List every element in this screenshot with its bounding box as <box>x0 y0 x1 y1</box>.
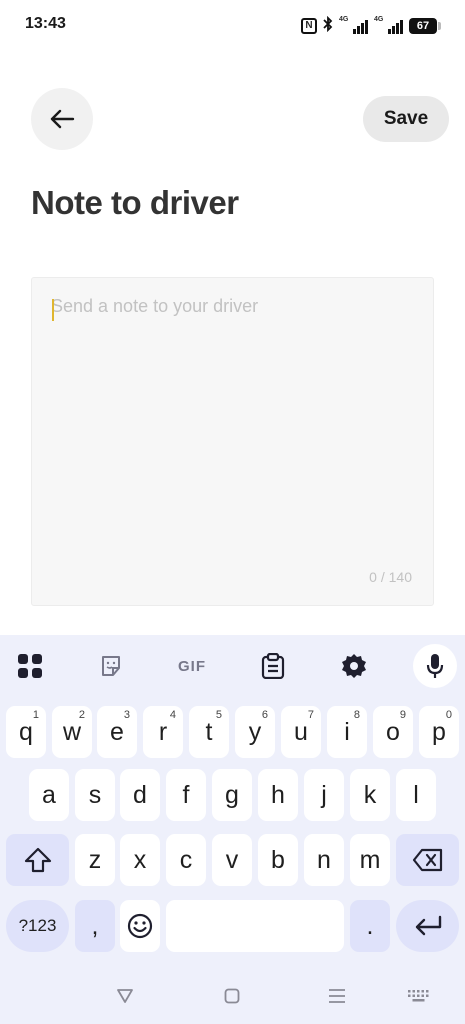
key-e-label: e <box>110 717 124 746</box>
key-i-label: i <box>344 717 350 746</box>
keyboard: GIF q1 w2 e3 r4 t5 y6 u7 i8 o9 p0 a s d … <box>0 635 465 1024</box>
save-button[interactable]: Save <box>363 96 449 142</box>
key-w[interactable]: w2 <box>52 706 92 758</box>
signal-icon-1: 4G <box>339 15 368 34</box>
note-container: 0 / 140 <box>31 277 434 606</box>
shift-icon <box>24 847 51 873</box>
navigation-bar <box>0 970 465 1024</box>
key-p-label: p <box>432 717 446 746</box>
keyboard-toolbar: GIF <box>0 635 465 697</box>
key-o[interactable]: o9 <box>373 706 413 758</box>
mic-icon <box>426 654 444 678</box>
signal-icon-2: 4G <box>374 15 403 34</box>
signal-2-label: 4G <box>374 15 384 23</box>
recents-lines-icon[interactable] <box>322 984 352 1008</box>
key-w-num: 2 <box>78 709 85 721</box>
text-caret <box>52 299 54 321</box>
key-j[interactable]: j <box>304 769 344 821</box>
emoji-key[interactable] <box>120 900 160 952</box>
key-l[interactable]: l <box>396 769 436 821</box>
sticker-icon[interactable] <box>89 645 133 687</box>
back-triangle-icon[interactable] <box>110 984 140 1008</box>
shift-key[interactable] <box>6 834 69 886</box>
space-key[interactable] <box>166 900 344 952</box>
key-t-num: 5 <box>215 709 222 721</box>
key-t[interactable]: t5 <box>189 706 229 758</box>
key-u-num: 7 <box>307 709 314 721</box>
comma-key[interactable]: , <box>75 900 115 952</box>
key-c[interactable]: c <box>166 834 206 886</box>
key-y[interactable]: y6 <box>235 706 275 758</box>
key-w-label: w <box>62 717 82 746</box>
key-r-num: 4 <box>169 709 176 721</box>
settings-icon[interactable] <box>332 645 376 687</box>
arrow-left-icon <box>50 109 75 129</box>
key-p-num: 0 <box>445 709 452 721</box>
period-key[interactable]: . <box>350 900 390 952</box>
key-q[interactable]: q1 <box>6 706 46 758</box>
apps-grid-icon[interactable] <box>8 645 52 687</box>
status-time: 13:43 <box>25 15 66 32</box>
keyboard-icon[interactable] <box>404 984 434 1008</box>
key-g[interactable]: g <box>212 769 252 821</box>
key-h[interactable]: h <box>258 769 298 821</box>
symbols-key[interactable]: ?123 <box>6 900 69 952</box>
key-q-label: q <box>19 717 33 746</box>
key-s[interactable]: s <box>75 769 115 821</box>
key-e[interactable]: e3 <box>97 706 137 758</box>
clipboard-icon[interactable] <box>251 645 295 687</box>
gif-icon[interactable]: GIF <box>170 645 214 687</box>
key-o-label: o <box>386 717 400 746</box>
enter-key[interactable] <box>396 900 459 952</box>
mic-button[interactable] <box>413 644 457 688</box>
key-d[interactable]: d <box>120 769 160 821</box>
battery-icon: 67 <box>409 17 441 34</box>
key-z[interactable]: z <box>75 834 115 886</box>
key-u-label: u <box>294 717 308 746</box>
key-i-num: 8 <box>353 709 360 721</box>
key-v[interactable]: v <box>212 834 252 886</box>
signal-1-label: 4G <box>339 15 349 23</box>
key-a[interactable]: a <box>29 769 69 821</box>
key-u[interactable]: u7 <box>281 706 321 758</box>
key-o-num: 9 <box>399 709 406 721</box>
key-k[interactable]: k <box>350 769 390 821</box>
enter-icon <box>415 915 441 936</box>
back-button[interactable] <box>31 88 93 150</box>
key-r-label: r <box>158 717 168 746</box>
status-icons: N 4G 4G 67 <box>301 15 441 35</box>
key-q-num: 1 <box>32 709 39 721</box>
key-y-label: y <box>248 717 262 746</box>
bluetooth-icon <box>323 15 333 35</box>
home-square-icon[interactable] <box>217 984 247 1008</box>
note-input[interactable] <box>51 296 411 556</box>
key-r[interactable]: r4 <box>143 706 183 758</box>
key-y-num: 6 <box>261 709 268 721</box>
key-n[interactable]: n <box>304 834 344 886</box>
key-t-label: t <box>205 717 213 746</box>
nfc-icon: N <box>301 17 317 34</box>
character-counter: 0 / 140 <box>369 569 412 585</box>
key-p[interactable]: p0 <box>419 706 459 758</box>
emoji-icon <box>127 913 153 939</box>
backspace-icon <box>412 848 442 872</box>
status-bar: 13:43 N 4G 4G 67 <box>0 0 465 50</box>
key-x[interactable]: x <box>120 834 160 886</box>
key-e-num: 3 <box>123 709 130 721</box>
backspace-key[interactable] <box>396 834 459 886</box>
page-title: Note to driver <box>31 184 239 221</box>
key-b[interactable]: b <box>258 834 298 886</box>
key-i[interactable]: i8 <box>327 706 367 758</box>
key-m[interactable]: m <box>350 834 390 886</box>
key-f[interactable]: f <box>166 769 206 821</box>
